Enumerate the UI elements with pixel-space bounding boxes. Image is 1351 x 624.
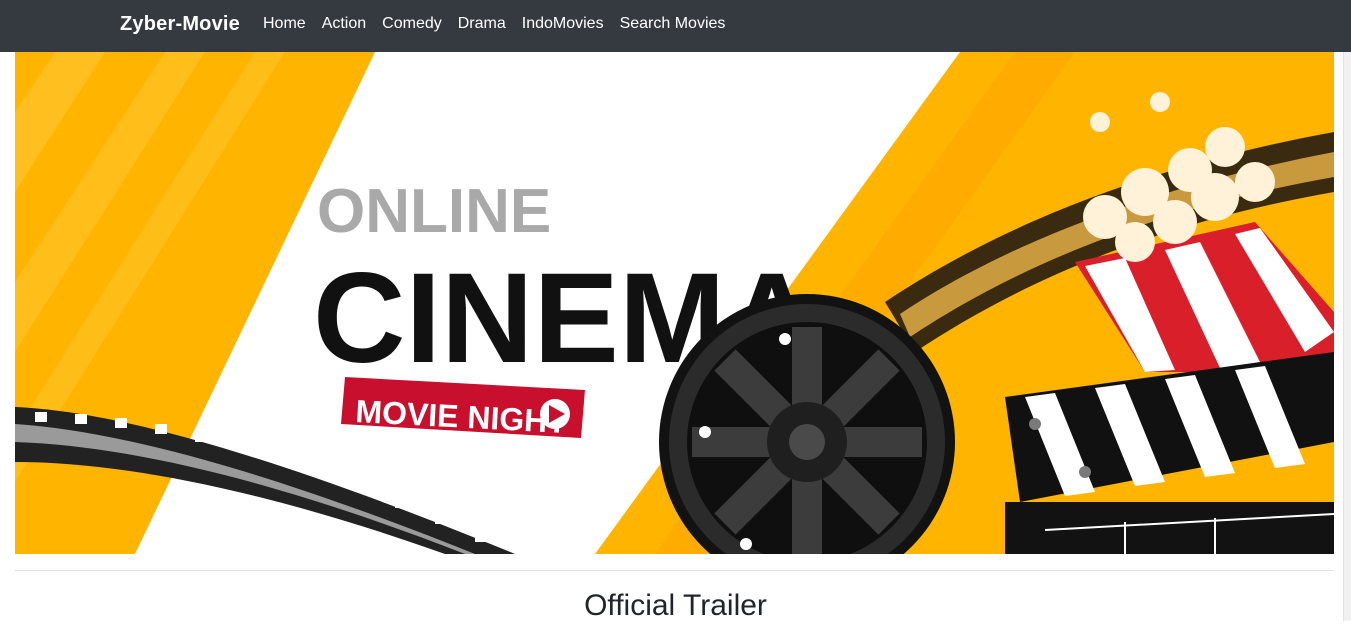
hero-banner: ONLINE CINEMA MOVIE NIGHT [15, 52, 1334, 554]
page-scrollbar[interactable] [1343, 52, 1351, 621]
nav-link-drama[interactable]: Drama [458, 15, 506, 33]
nav-link-search-movies[interactable]: Search Movies [620, 15, 726, 33]
content-divider [15, 570, 1334, 571]
nav-link-comedy[interactable]: Comedy [382, 15, 442, 33]
section-title: Official Trailer [584, 589, 767, 622]
top-navbar: Zyber-Movie Home Action Comedy Drama Ind… [0, 0, 1351, 52]
nav-link-action[interactable]: Action [322, 15, 366, 33]
nav-links: Home Action Comedy Drama IndoMovies Sear… [263, 15, 741, 33]
brand-link[interactable]: Zyber-Movie [120, 13, 240, 36]
hero-illustration: ONLINE CINEMA MOVIE NIGHT [15, 52, 1334, 554]
nav-link-home[interactable]: Home [263, 15, 306, 33]
hero-line1: ONLINE [317, 177, 551, 246]
nav-link-indomovies[interactable]: IndoMovies [522, 15, 604, 33]
